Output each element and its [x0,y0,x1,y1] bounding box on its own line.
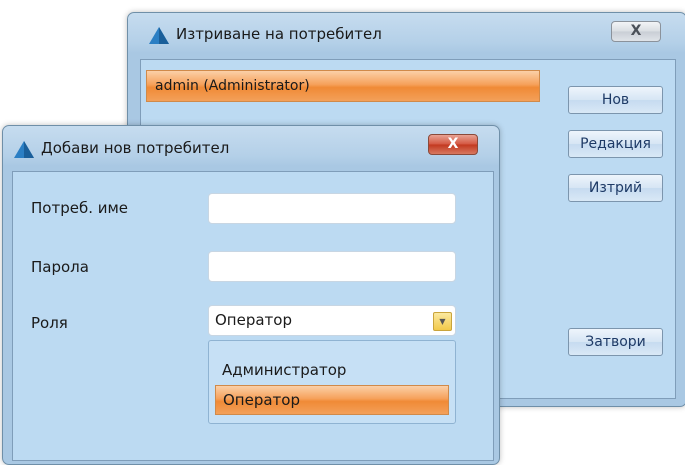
password-input[interactable] [208,251,456,282]
role-option-administrator[interactable]: Администратор [215,355,449,385]
triangle-logo-icon [149,27,169,44]
add-user-dialog-close-button[interactable]: X [428,134,478,155]
users-list-item[interactable]: admin (Administrator) [146,70,540,102]
chevron-down-icon[interactable]: ▼ [433,312,452,331]
role-option-operator[interactable]: Оператор [215,385,449,415]
role-dropdown-list: Администратор Оператор [208,340,456,424]
users-window-title: Изтриване на потребител [176,25,382,43]
close-window-button[interactable]: Затвори [568,328,663,356]
users-window-close-button[interactable]: X [611,21,661,42]
add-user-dialog: Добави нов потребител X Потреб. име Паро… [2,125,500,465]
role-label: Роля [31,314,68,332]
add-user-dialog-title: Добави нов потребител [41,139,230,157]
add-user-form: Потреб. име Парола Роля Оператор ▼ Админ… [12,171,494,461]
triangle-logo-icon [14,141,34,158]
edit-user-button[interactable]: Редакция [568,130,663,158]
password-label: Парола [31,258,89,276]
delete-user-button[interactable]: Изтрий [568,174,663,202]
username-label: Потреб. име [31,199,129,217]
add-user-dialog-titlebar[interactable]: Добави нов потребител X [3,126,499,166]
role-select-value: Оператор [215,311,292,329]
users-window-titlebar[interactable]: Изтриване на потребител X [128,13,685,53]
new-user-button[interactable]: Нов [568,86,663,114]
role-select[interactable]: Оператор ▼ [208,305,456,336]
username-input[interactable] [208,193,456,224]
